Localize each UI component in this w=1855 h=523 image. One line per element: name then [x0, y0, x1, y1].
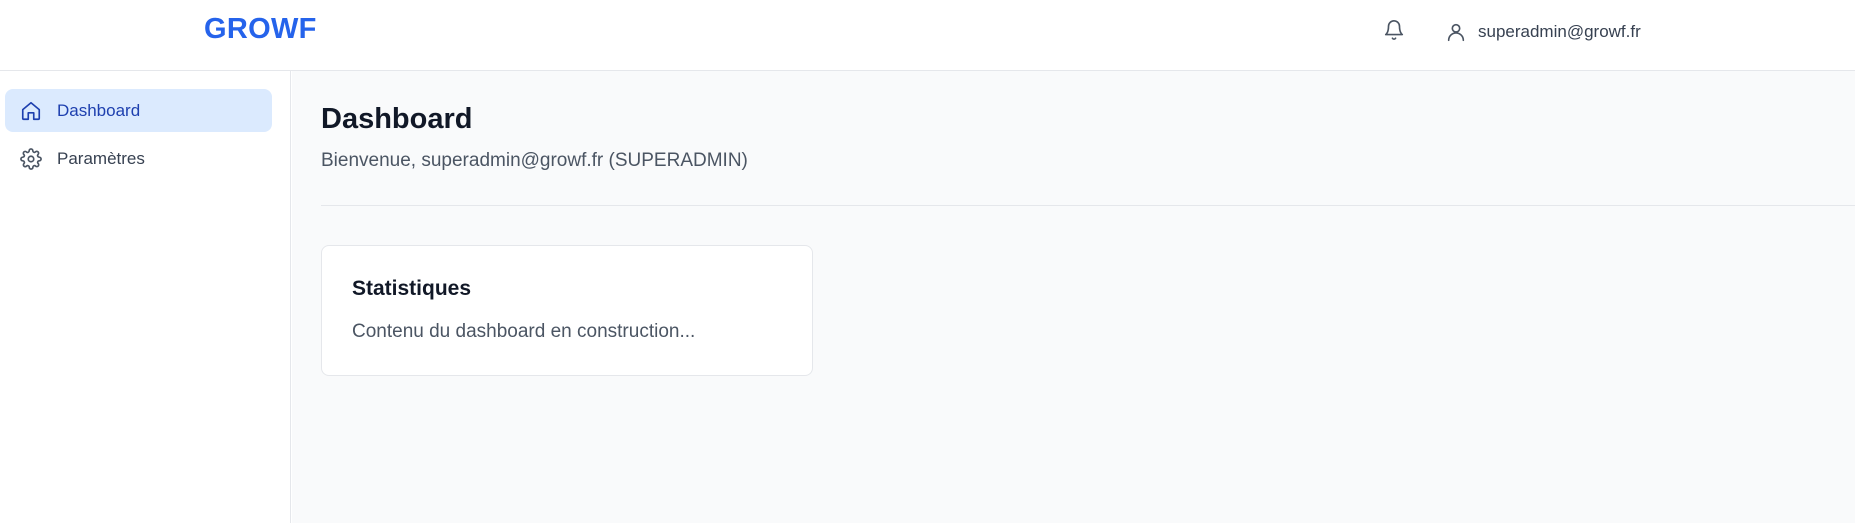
sidebar-item-parametres[interactable]: Paramètres — [5, 137, 272, 180]
stats-card: Statistiques Contenu du dashboard en con… — [321, 245, 813, 376]
welcome-message: Bienvenue, superadmin@growf.fr (SUPERADM… — [321, 150, 748, 171]
brand-logo[interactable]: GROWF — [204, 13, 317, 46]
sidebar: Dashboard Paramètres — [0, 71, 291, 523]
home-icon — [19, 99, 43, 123]
main-content: Dashboard Bienvenue, superadmin@growf.fr… — [292, 71, 1855, 523]
gear-icon — [19, 147, 43, 171]
notifications-button[interactable] — [1381, 19, 1407, 45]
sidebar-item-dashboard[interactable]: Dashboard — [5, 89, 272, 132]
user-email: superadmin@growf.fr — [1478, 22, 1641, 41]
page-title: Dashboard — [321, 103, 473, 135]
top-bar: GROWF superadmin@growf.fr — [0, 0, 1855, 71]
user-icon — [1444, 20, 1468, 44]
card-title: Statistiques — [352, 277, 472, 300]
sidebar-item-label: Dashboard — [57, 100, 141, 120]
sidebar-item-label: Paramètres — [57, 148, 145, 168]
card-text: Contenu du dashboard en construction... — [352, 321, 696, 342]
bell-icon — [1383, 19, 1405, 46]
user-menu[interactable]: superadmin@growf.fr — [1444, 18, 1641, 46]
divider — [321, 205, 1855, 206]
